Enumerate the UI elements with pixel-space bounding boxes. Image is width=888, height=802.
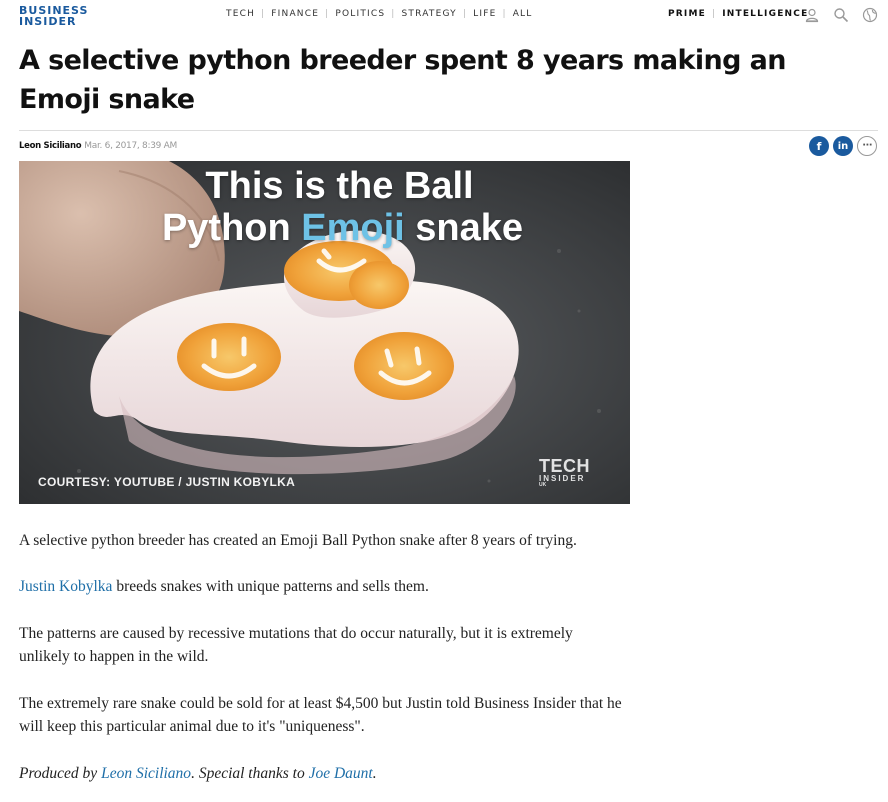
article-headline: A selective python breeder spent 8 years… [19,45,786,115]
business-insider-logo[interactable]: BUSINESS INSIDER [19,5,88,27]
more-icon: ⋯ [862,140,873,151]
paragraph-1: A selective python breeder has created a… [19,532,577,549]
nav-tech[interactable]: TECH [226,9,255,19]
credits-text-a: Produced by [19,765,102,782]
byline: Leon Siciliano Mar. 6, 2017, 8:39 AM [19,141,177,151]
watermark-insider: INSIDER [539,474,586,483]
linkedin-share-button[interactable]: in [833,136,853,156]
logo-line-2: INSIDER [19,15,77,28]
globe-icon[interactable] [862,7,878,23]
image-credit: COURTESY: YOUTUBE / JUSTIN KOBYLKA [38,475,296,489]
publish-date: Mar. 6, 2017, 8:39 AM [84,141,177,151]
facebook-share-button[interactable]: f [809,136,829,156]
nav-separator: | [502,9,507,19]
nav-separator: | [462,9,468,19]
paragraph-3: The patterns are caused by recessive mut… [19,625,573,665]
tech-insider-watermark: TECH INSIDER UK [539,457,590,488]
section-nav: TECH | FINANCE | POLITICS | STRATEGY | L… [226,9,533,19]
watermark-uk: UK [539,482,547,488]
paragraph-credits: Produced by Leon Siciliano. Special than… [19,762,639,785]
paragraph-2-text: breeds snakes with unique patterns and s… [112,578,429,595]
user-icon[interactable] [804,7,820,23]
paragraph-2: Justin Kobylka breeds snakes with unique… [19,575,639,598]
paragraph-4: The extremely rare snake could be sold f… [19,695,622,735]
hero-title-emoji-word: Emoji [301,207,405,249]
hero-title-line-2: Python Emoji snake [37,207,630,249]
nav-separator: | [261,9,266,19]
nav-politics[interactable]: POLITICS [335,9,385,19]
hero-title-python: Python [161,207,302,249]
credits-text-c: . [372,765,377,782]
leon-siciliano-link[interactable]: Leon Siciliano [101,765,191,782]
hero-title-snake: snake [404,207,524,249]
author-name[interactable]: Leon Siciliano [19,141,82,151]
hero-title-line-1: This is the Ball [205,165,474,207]
justin-kobylka-link[interactable]: Justin Kobylka [19,578,112,595]
nav-separator: | [711,9,717,19]
nav-intelligence[interactable]: INTELLIGENCE [722,9,808,19]
nav-prime[interactable]: PRIME [668,9,706,19]
watermark-tech: TECH [539,456,590,476]
nav-separator: | [391,9,396,19]
nav-finance[interactable]: FINANCE [271,9,319,19]
nav-separator: | [325,9,330,19]
site-header: BUSINESS INSIDER TECH | FINANCE | POLITI… [0,0,888,34]
headline-divider [19,130,878,131]
facebook-icon: f [816,139,822,153]
nav-strategy[interactable]: STRATEGY [402,9,457,19]
hero-video-thumbnail[interactable]: This is the Ball Python Emoji snake COUR… [19,161,630,504]
joe-daunt-link[interactable]: Joe Daunt [309,765,373,782]
nav-all[interactable]: ALL [513,9,533,19]
search-icon[interactable] [833,7,849,23]
linkedin-icon: in [837,140,849,152]
credits-text-b: . Special thanks to [191,765,309,782]
premium-nav: PRIME | INTELLIGENCE [668,9,808,19]
more-share-button[interactable]: ⋯ [857,136,877,156]
nav-life[interactable]: LIFE [473,9,496,19]
